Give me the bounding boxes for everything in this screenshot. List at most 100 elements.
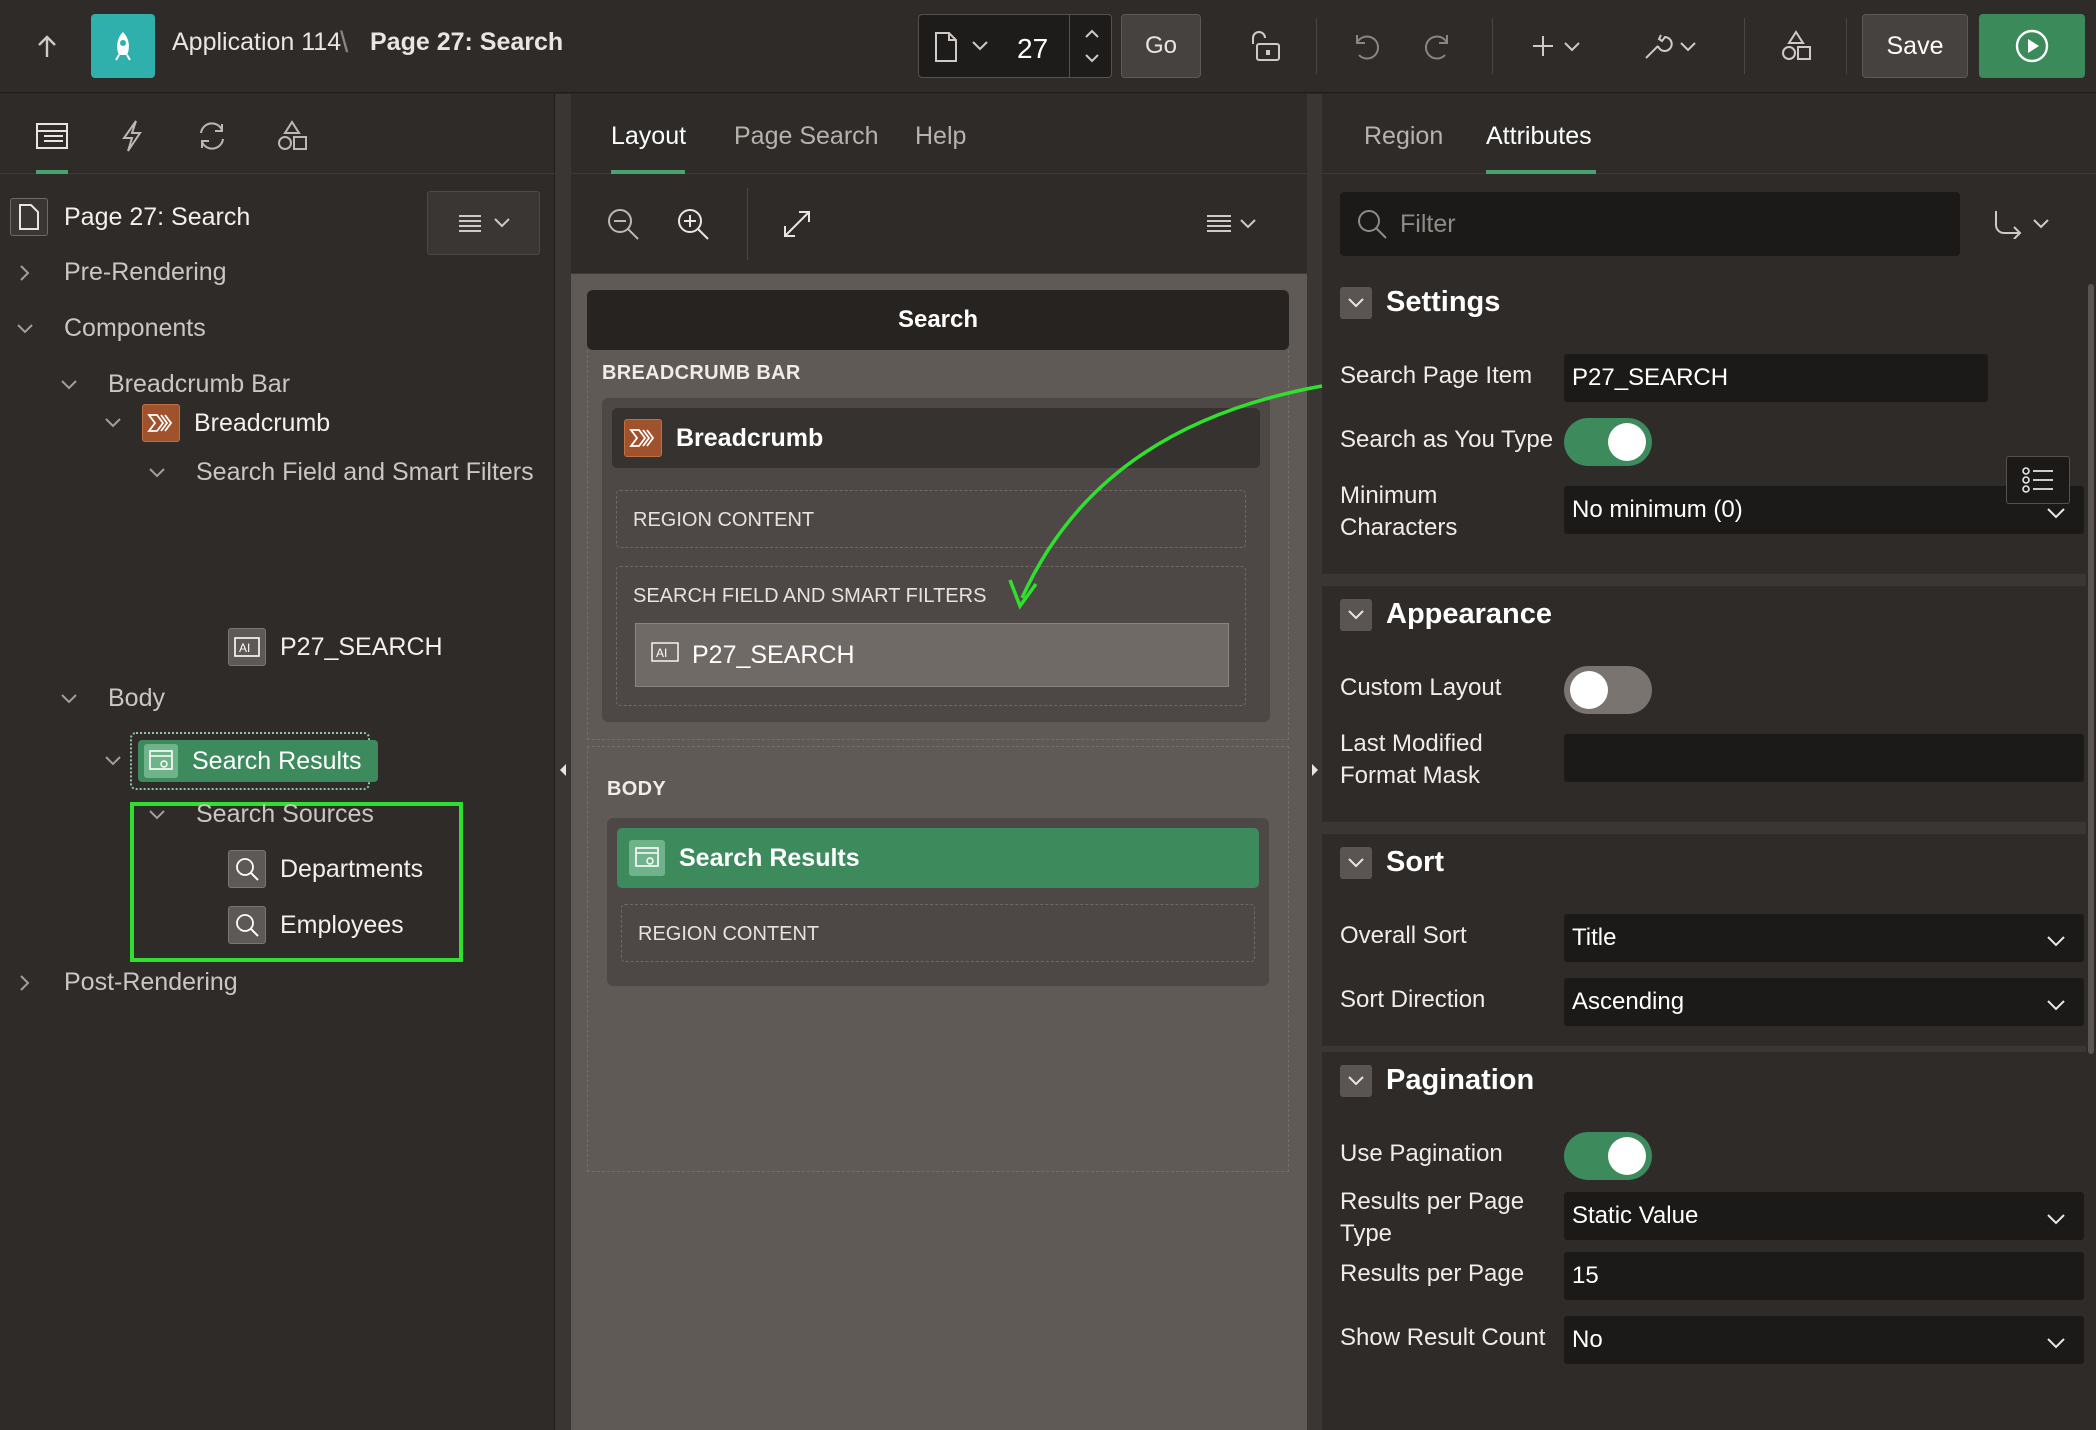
- use-pagination-toggle[interactable]: [1564, 1132, 1652, 1180]
- overall-sort-select[interactable]: Title: [1564, 914, 2084, 962]
- shared-components-icon[interactable]: [1766, 14, 1826, 78]
- go-button[interactable]: Go: [1121, 14, 1201, 78]
- top-toolbar: Application 114 \ Page 27: Search 27 Go …: [0, 0, 2096, 93]
- rendering-tree-panel: Page 27: Search Pre-Rendering Components…: [0, 94, 555, 1430]
- dynamic-actions-tab-icon[interactable]: [108, 112, 156, 160]
- app-name-link[interactable]: Application 114: [172, 28, 341, 57]
- tab-page-search[interactable]: Page Search: [734, 122, 879, 151]
- tree-node-p27-search[interactable]: AI P27_SEARCH: [228, 628, 443, 666]
- property-scrollbar[interactable]: [2086, 274, 2096, 1430]
- chevron-right-icon[interactable]: [14, 972, 36, 994]
- chevron-down-icon[interactable]: [102, 750, 124, 772]
- group-title: Settings: [1386, 286, 1501, 318]
- page-shared-components-tab-icon[interactable]: [268, 112, 316, 160]
- layout-menu-hamburger-icon[interactable]: [1205, 210, 1265, 243]
- lock-icon[interactable]: [1236, 14, 1296, 78]
- tab-region[interactable]: Region: [1364, 122, 1443, 151]
- tree-node-breadcrumb-region[interactable]: Breadcrumb: [102, 404, 330, 442]
- create-menu-plus-icon[interactable]: [1524, 14, 1594, 78]
- tree-root-page[interactable]: Page 27: Search: [10, 198, 250, 236]
- tree-node-body[interactable]: Body: [58, 684, 165, 713]
- zoom-in-icon[interactable]: [675, 206, 711, 247]
- search-page-item-field[interactable]: P27_SEARCH: [1564, 354, 1988, 402]
- app-logo-icon[interactable]: [91, 14, 155, 78]
- p27-search-item[interactable]: AI P27_SEARCH: [635, 623, 1229, 687]
- custom-layout-toggle[interactable]: [1564, 666, 1652, 714]
- redo-icon[interactable]: [1408, 14, 1468, 78]
- search-results-region-box[interactable]: Search Results REGION CONTENT: [607, 818, 1269, 986]
- tree-node-employees[interactable]: Employees: [228, 906, 404, 944]
- tree-node-pre-rendering[interactable]: Pre-Rendering: [14, 258, 227, 287]
- chevron-down-icon[interactable]: [1340, 598, 1372, 631]
- chevron-down-icon[interactable]: [1340, 846, 1372, 879]
- chevron-down-icon[interactable]: [146, 804, 168, 826]
- document-icon[interactable]: [933, 31, 959, 68]
- group-settings-header[interactable]: Settings: [1340, 286, 1500, 319]
- tree-node-search-sources[interactable]: Search Sources: [146, 800, 374, 829]
- processing-tab-icon[interactable]: [188, 112, 236, 160]
- filter-input[interactable]: Filter: [1340, 192, 1960, 256]
- up-arrow-icon[interactable]: [22, 22, 72, 72]
- right-splitter[interactable]: [1307, 94, 1323, 1430]
- group-pagination: Pagination Use Pagination Results per Pa…: [1322, 1052, 2086, 1430]
- chevron-down-icon[interactable]: [1340, 1064, 1372, 1097]
- breadcrumb-region-header[interactable]: Breadcrumb: [612, 408, 1260, 468]
- chevron-down-icon[interactable]: [1340, 286, 1372, 319]
- chevron-down-icon[interactable]: [58, 688, 80, 710]
- search-as-you-type-toggle[interactable]: [1564, 418, 1652, 466]
- min-chars-label-2: Characters: [1340, 514, 1458, 541]
- tree-label: Departments: [280, 854, 424, 883]
- tree-node-search-results[interactable]: Search Results: [138, 740, 378, 782]
- tab-layout[interactable]: Layout: [611, 122, 686, 151]
- chevron-right-icon[interactable]: [14, 262, 36, 284]
- sort-direction-select[interactable]: Ascending: [1564, 978, 2084, 1026]
- tree-chevron-search-results[interactable]: [102, 750, 124, 772]
- tab-help[interactable]: Help: [915, 122, 966, 151]
- run-page-button[interactable]: [1979, 14, 2085, 78]
- chevron-down-icon[interactable]: [14, 318, 36, 340]
- tree-node-post-rendering[interactable]: Post-Rendering: [14, 968, 238, 997]
- last-modified-format-field[interactable]: [1564, 734, 2084, 782]
- rendering-tab-icon[interactable]: [28, 112, 76, 160]
- chevron-down-icon[interactable]: [971, 39, 989, 57]
- page-number-stepper[interactable]: [1069, 15, 1113, 77]
- properties-list: Settings Search Page Item P27_SEARCH Sea…: [1322, 274, 2086, 1430]
- save-button[interactable]: Save: [1862, 14, 1968, 78]
- tree-node-components[interactable]: Components: [14, 314, 206, 343]
- list-of-values-button[interactable]: [2006, 456, 2070, 504]
- expand-icon[interactable]: [781, 208, 813, 245]
- tree-node-search-field-smart-filters[interactable]: Search Field and Smart Filters: [146, 458, 534, 487]
- breadcrumb-icon: [624, 419, 662, 457]
- undo-icon[interactable]: [1336, 14, 1396, 78]
- group-appearance-header[interactable]: Appearance: [1340, 598, 1552, 631]
- tree-label: Pre-Rendering: [64, 258, 227, 286]
- chevron-down-icon: [2046, 1330, 2066, 1358]
- tree-label: Search Results: [192, 746, 362, 775]
- page-number-input[interactable]: 27: [1017, 33, 1048, 65]
- region-title: Search Results: [679, 843, 860, 872]
- chevron-down-icon[interactable]: [102, 412, 124, 434]
- chevron-down-icon[interactable]: [146, 462, 168, 484]
- rpp-label: Results per Page: [1340, 1260, 1525, 1287]
- rpp-field[interactable]: 15: [1564, 1252, 2084, 1300]
- tree-node-departments[interactable]: Departments: [228, 850, 423, 888]
- group-sort-header[interactable]: Sort: [1340, 846, 1444, 879]
- zoom-out-icon[interactable]: [605, 206, 641, 247]
- rpp-type-select[interactable]: Static Value: [1564, 1192, 2084, 1240]
- chevron-down-icon[interactable]: [58, 374, 80, 396]
- show-count-select[interactable]: No: [1564, 1316, 2084, 1364]
- tree-node-breadcrumb-bar[interactable]: Breadcrumb Bar: [58, 370, 290, 399]
- region-title: Breadcrumb: [676, 423, 824, 452]
- tree-menu-button[interactable]: [427, 191, 540, 255]
- search-results-region-header[interactable]: Search Results: [617, 828, 1259, 888]
- group-pagination-header[interactable]: Pagination: [1340, 1064, 1534, 1097]
- show-count-label: Show Result Count: [1340, 1324, 1546, 1351]
- utilities-wrench-icon[interactable]: [1636, 14, 1706, 78]
- tab-attributes[interactable]: Attributes: [1486, 122, 1592, 151]
- search-page-item-label: Search Page Item: [1340, 362, 1533, 389]
- breadcrumb-region-box[interactable]: Breadcrumb REGION CONTENT SEARCH FIELD A…: [602, 398, 1270, 722]
- page-selector[interactable]: 27: [918, 14, 1112, 78]
- group-appearance: Appearance Custom Layout Last Modified F…: [1322, 586, 2086, 822]
- go-to-group-button[interactable]: [1992, 204, 2062, 244]
- left-splitter[interactable]: [555, 94, 571, 1430]
